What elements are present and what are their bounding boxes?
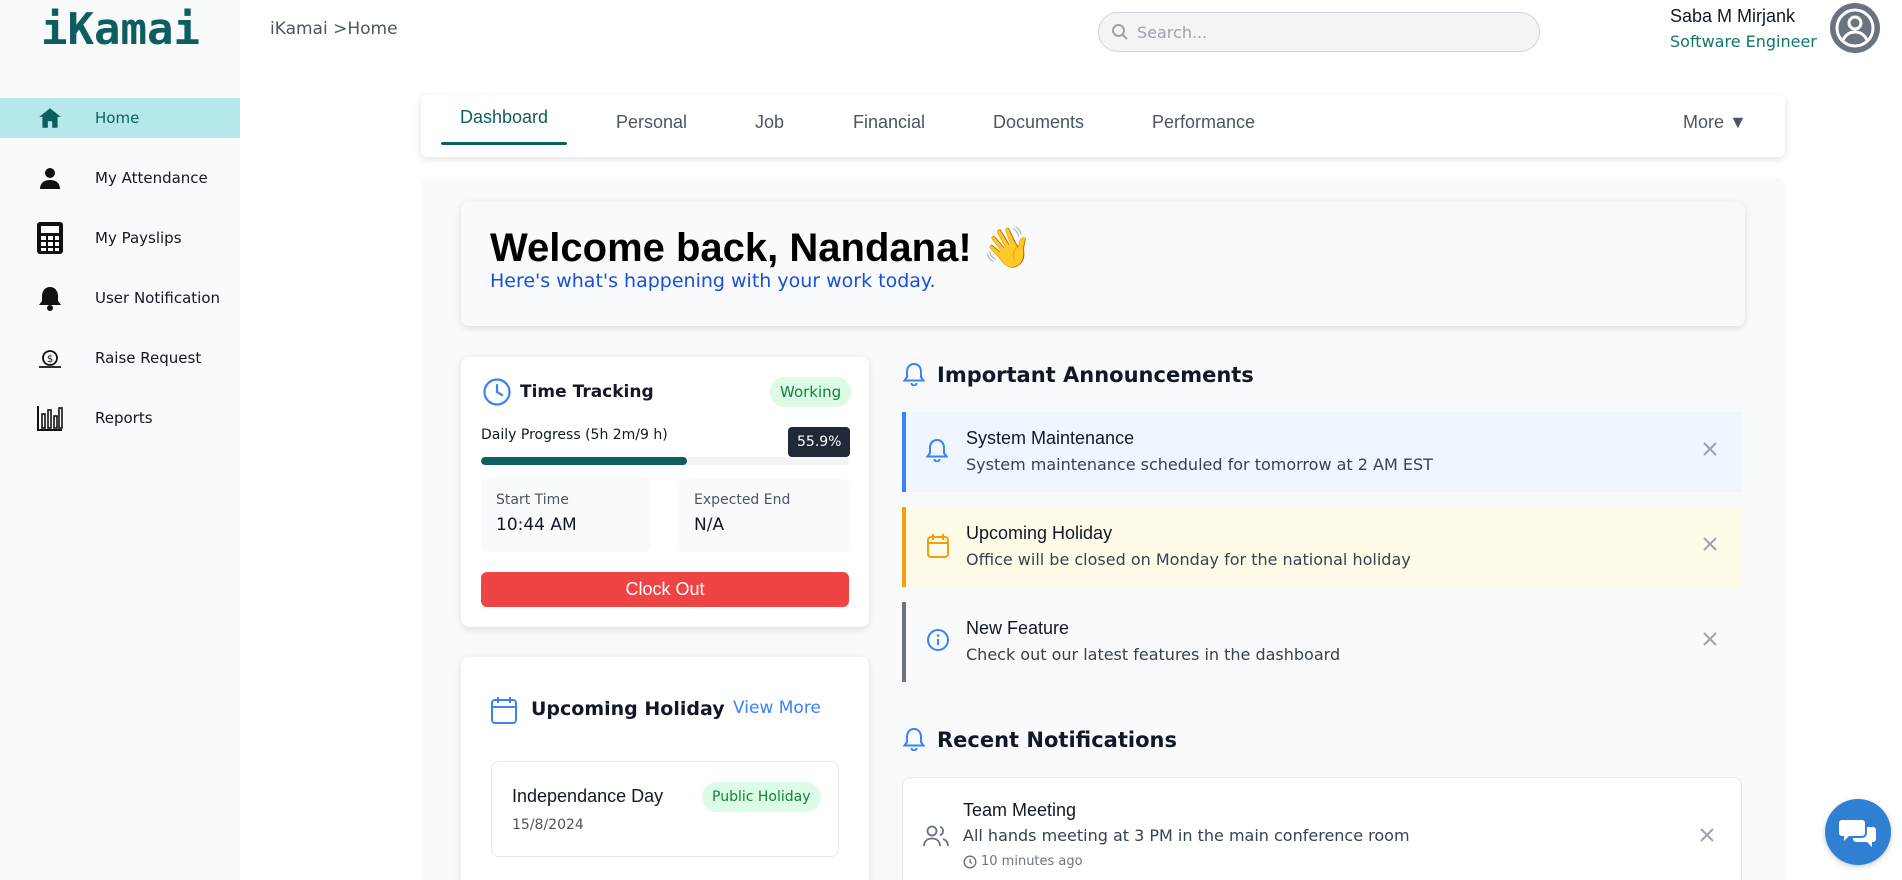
sidebar-item-label: User Notification: [95, 289, 221, 307]
close-icon[interactable]: [1703, 442, 1717, 461]
announcement-item: New Feature Check out our latest feature…: [902, 602, 1742, 682]
calendar-icon: [490, 695, 518, 730]
welcome-title: Welcome back, Nandana! 👋: [490, 226, 1033, 270]
user-avatar-icon: [1835, 8, 1875, 48]
user-role: Software Engineer: [1670, 32, 1817, 51]
tab-performance[interactable]: Performance: [1152, 112, 1255, 156]
progress-percent-tooltip: 55.9%: [788, 427, 851, 457]
sidebar-item-label: Reports: [95, 409, 153, 427]
upcoming-holiday-title: Upcoming Holiday: [531, 698, 725, 720]
clock-icon: [482, 377, 512, 412]
announcement-title: Upcoming Holiday: [966, 523, 1113, 543]
bell-icon: [925, 438, 949, 467]
start-time-box: Start Time 10:44 AM: [481, 478, 651, 552]
notification-message: All hands meeting at 3 PM in the main co…: [963, 826, 1410, 845]
sidebar-item-label: Home: [95, 109, 140, 127]
holiday-date: 15/8/2024: [512, 817, 584, 833]
tab-bar: Dashboard Personal Job Financial Documen…: [421, 95, 1785, 157]
search-input[interactable]: [1137, 21, 1527, 43]
money-request-icon: $: [36, 344, 64, 372]
sidebar-item-home[interactable]: Home: [0, 98, 240, 138]
info-icon: [926, 628, 950, 657]
sidebar-item-raise-request[interactable]: $ Raise Request: [0, 338, 240, 378]
sidebar-item-user-notification[interactable]: User Notification: [0, 278, 240, 318]
holiday-type-badge: Public Holiday: [702, 782, 821, 812]
close-icon[interactable]: [1703, 632, 1717, 651]
close-icon[interactable]: [1700, 828, 1714, 847]
notification-item: Team Meeting All hands meeting at 3 PM i…: [902, 777, 1742, 880]
avatar[interactable]: [1830, 3, 1880, 53]
search-bar[interactable]: [1098, 12, 1540, 52]
status-badge: Working: [770, 377, 852, 407]
start-time-value: 10:44 AM: [496, 515, 577, 535]
sidebar-item-my-attendance[interactable]: My Attendance: [0, 158, 240, 198]
svg-text:$: $: [47, 354, 53, 365]
expected-end-value: N/A: [694, 515, 725, 535]
announcement-message: Office will be closed on Monday for the …: [966, 550, 1411, 569]
notification-title: Team Meeting: [963, 800, 1077, 820]
active-tab-indicator: [441, 142, 567, 145]
holiday-name: Independance Day: [512, 786, 664, 806]
home-icon: [36, 104, 64, 132]
search-icon: [1111, 23, 1129, 46]
daily-progress-fill: [481, 457, 687, 465]
tab-more-dropdown[interactable]: More ▼: [1683, 112, 1747, 156]
users-icon: [923, 824, 949, 853]
clock-out-button[interactable]: Clock Out: [481, 572, 849, 607]
bell-icon: [902, 727, 926, 756]
notifications-title: Recent Notifications: [937, 728, 1177, 752]
sidebar-item-reports[interactable]: Reports: [0, 398, 240, 438]
sidebar-item-my-payslips[interactable]: My Payslips: [0, 218, 240, 258]
notification-time: 10 minutes ago: [963, 854, 1083, 869]
announcement-message: System maintenance scheduled for tomorro…: [966, 455, 1433, 474]
close-icon[interactable]: [1703, 537, 1717, 556]
breadcrumb: iKamai >Home: [270, 19, 398, 39]
announcement-title: System Maintenance: [966, 428, 1135, 448]
sidebar-item-label: My Attendance: [95, 169, 208, 187]
announcement-item: Upcoming Holiday Office will be closed o…: [902, 507, 1742, 587]
expected-end-label: Expected End: [694, 492, 791, 508]
daily-progress-bar: [481, 457, 849, 465]
bell-icon: [36, 284, 64, 312]
sidebar: iKamai Home My Attendance My Payslips Us…: [0, 0, 240, 880]
announcement-item: System Maintenance System maintenance sc…: [902, 412, 1742, 492]
expected-end-box: Expected End N/A: [679, 478, 849, 552]
announcement-message: Check out our latest features in the das…: [966, 645, 1341, 664]
tab-job[interactable]: Job: [755, 112, 784, 156]
view-more-link[interactable]: View More: [733, 698, 821, 718]
time-tracking-card: Time Tracking Working Daily Progress (5h…: [461, 357, 869, 627]
announcements-title: Important Announcements: [937, 363, 1254, 387]
person-icon: [36, 164, 64, 192]
bar-chart-icon: [36, 404, 64, 432]
bell-icon: [902, 362, 926, 391]
tab-personal[interactable]: Personal: [616, 112, 687, 156]
upcoming-holiday-card: Upcoming Holiday View More Independance …: [461, 657, 869, 880]
sidebar-item-label: Raise Request: [95, 349, 202, 367]
calendar-icon: [926, 533, 950, 564]
user-name: Saba M Mirjank: [1670, 6, 1796, 26]
progress-label: Daily Progress (5h 2m/9 h): [481, 427, 668, 443]
sidebar-item-label: My Payslips: [95, 229, 182, 247]
app-logo[interactable]: iKamai: [41, 4, 200, 55]
calculator-icon: [36, 222, 64, 254]
holiday-item[interactable]: Independance Day Public Holiday 15/8/202…: [491, 761, 839, 857]
announcement-title: New Feature: [966, 618, 1070, 638]
notification-time-text: 10 minutes ago: [981, 854, 1083, 869]
start-time-label: Start Time: [496, 492, 569, 508]
chat-button[interactable]: [1825, 799, 1891, 865]
chat-bubbles-icon: [1839, 820, 1876, 847]
tab-documents[interactable]: Documents: [993, 112, 1084, 156]
clock-icon: [963, 854, 977, 869]
tab-financial[interactable]: Financial: [853, 112, 925, 156]
time-tracking-title: Time Tracking: [520, 382, 654, 402]
welcome-banner: Welcome back, Nandana! 👋 Here's what's h…: [461, 202, 1745, 326]
welcome-subtitle: Here's what's happening with your work t…: [490, 270, 936, 292]
